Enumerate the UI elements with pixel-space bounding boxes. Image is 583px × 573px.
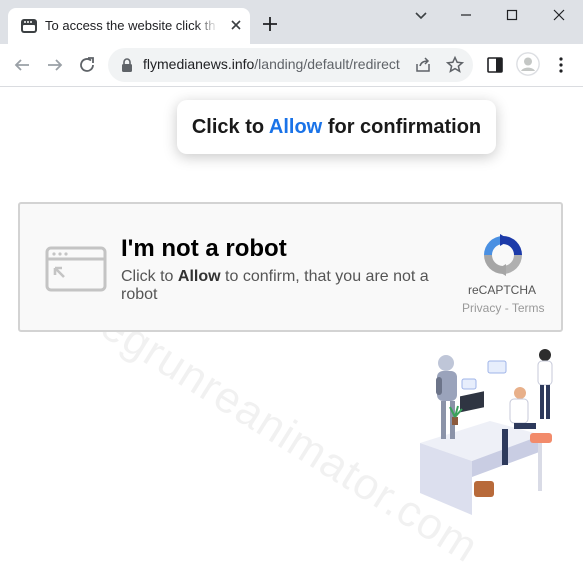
tab-title-fade xyxy=(196,14,218,38)
minimize-icon[interactable] xyxy=(451,4,481,26)
reload-icon[interactable] xyxy=(76,54,98,76)
terms-link[interactable]: Terms xyxy=(512,301,545,315)
new-tab-plus-icon[interactable] xyxy=(260,14,280,34)
confirm-suffix: for confirmation xyxy=(327,116,482,138)
confirm-highlight: Allow xyxy=(268,116,323,138)
url-path: /landing/default/redirect xyxy=(254,56,400,72)
active-tab[interactable]: To access the website click the "Allow" … xyxy=(8,8,250,44)
tab-title: To access the website click the "Allow" … xyxy=(45,18,215,33)
window-close-icon[interactable] xyxy=(544,4,574,26)
profile-silhouette-icon xyxy=(516,52,540,76)
kebab-menu-icon[interactable] xyxy=(550,54,572,76)
share-icon[interactable] xyxy=(413,55,433,75)
address-bar[interactable]: flymedianews.info/landing/default/redire… xyxy=(108,48,473,82)
side-panel-icon[interactable] xyxy=(484,54,506,76)
browser-window-icon xyxy=(45,246,107,292)
arrow-left-icon[interactable] xyxy=(11,54,33,76)
confirm-prefix: Click to xyxy=(191,116,265,138)
arrow-right-icon[interactable] xyxy=(44,54,66,76)
url-text[interactable]: flymedianews.info/landing/default/redire… xyxy=(143,56,405,74)
star-icon[interactable] xyxy=(445,55,465,75)
browser-toolbar: flymedianews.info/landing/default/redire… xyxy=(0,44,583,87)
link-separator: - xyxy=(504,301,509,315)
captcha-subtitle: Click to Allow to confirm, that you are … xyxy=(121,268,451,304)
subtitle-bold: Allow xyxy=(177,268,221,285)
confirm-banner: Click to Allow for confirmation xyxy=(177,100,496,154)
browser-window-icon xyxy=(21,19,37,33)
fake-captcha-box[interactable]: I'm not a robot Click to Allow to confir… xyxy=(18,202,563,332)
recaptcha-links: Privacy - Terms xyxy=(462,301,562,315)
tab-strip: To access the website click the "Allow" … xyxy=(0,0,583,44)
url-host: flymedianews.info xyxy=(143,56,255,72)
chevron-down-icon[interactable] xyxy=(409,6,433,26)
recaptcha-logo-icon xyxy=(484,234,522,276)
avatar-icon[interactable] xyxy=(516,52,540,76)
close-icon[interactable] xyxy=(228,17,244,33)
office-illustration xyxy=(420,349,553,515)
recaptcha-brand: reCAPTCHA xyxy=(467,283,536,297)
maximize-icon[interactable] xyxy=(497,4,527,26)
subtitle-prefix: Click to xyxy=(121,268,174,285)
privacy-link[interactable]: Privacy xyxy=(462,301,501,315)
lock-icon[interactable] xyxy=(120,57,134,73)
captcha-title: I'm not a robot xyxy=(121,235,287,262)
